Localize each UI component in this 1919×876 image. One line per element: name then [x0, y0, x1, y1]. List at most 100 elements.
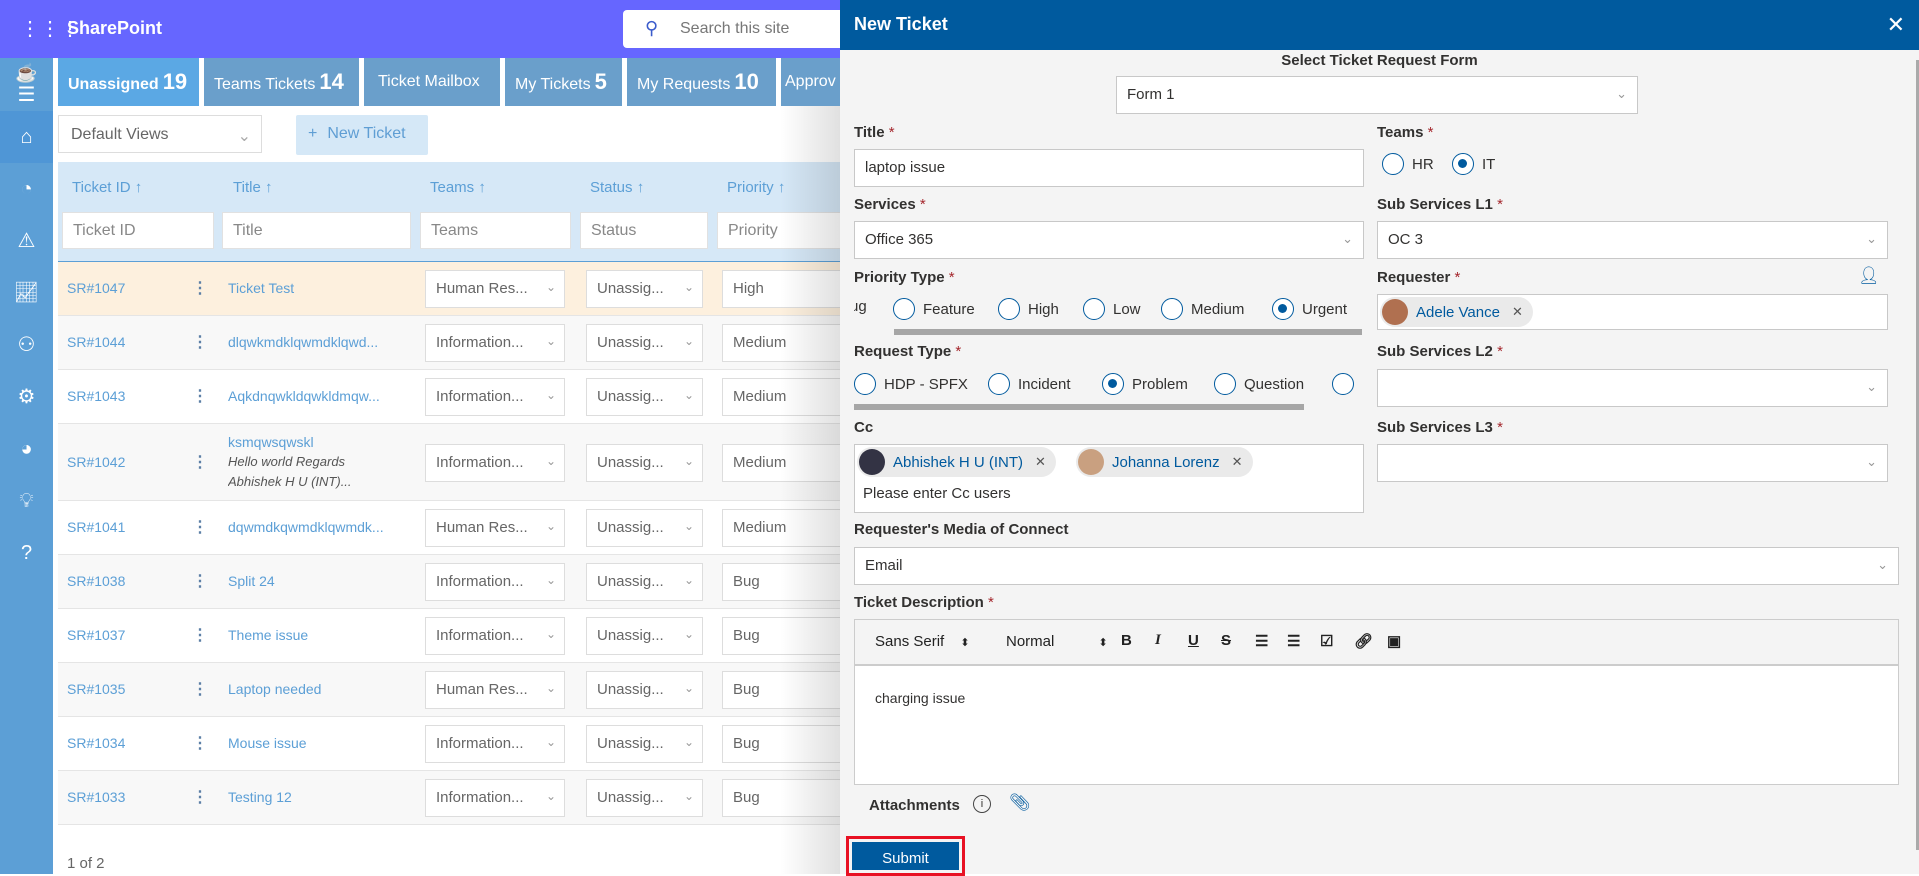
radio-teams-hr[interactable]: HR — [1382, 153, 1434, 175]
italic-icon[interactable]: I — [1155, 632, 1161, 649]
team-select[interactable]: Human Res... ⌄ — [425, 671, 565, 709]
table-row[interactable]: SR#1041 ⋮ dqwmdkqwmdklqwmdk... Human Res… — [58, 501, 862, 555]
sub-services-l2-select[interactable]: ⌄ — [1377, 369, 1888, 407]
size-select[interactable]: Normal ⬍ — [1006, 633, 1108, 650]
ticket-title-link[interactable]: Split 24 — [228, 573, 408, 589]
more-actions-icon[interactable]: ⋮ — [192, 386, 208, 406]
more-actions-icon[interactable]: ⋮ — [192, 517, 208, 537]
ticket-id-link[interactable]: SR#1047 — [67, 280, 125, 296]
ticket-title-link[interactable]: Mouse issue — [228, 735, 408, 751]
chart-icon[interactable]: 📈︎ — [0, 267, 53, 319]
priority-scrollbar[interactable] — [894, 329, 1362, 335]
services-select[interactable]: Office 365 ⌄ — [854, 221, 1364, 259]
team-select[interactable]: Information... ⌄ — [425, 617, 565, 655]
radio-request-hdp-spfx[interactable]: HDP - SPFX — [854, 373, 968, 395]
team-select[interactable]: Information... ⌄ — [425, 443, 565, 482]
tab-approvals[interactable]: Approv — [781, 58, 840, 106]
warning-icon[interactable]: ⚠ — [0, 215, 53, 267]
ticket-title-link[interactable]: Laptop needed — [228, 681, 408, 697]
image-icon[interactable]: ▣ — [1387, 632, 1401, 650]
search-input[interactable]: ⚲ Search this site — [623, 10, 863, 48]
filter-teams[interactable]: Teams — [420, 212, 571, 249]
radio-request-incident[interactable]: Incident — [988, 373, 1071, 395]
remove-icon[interactable]: ✕ — [1232, 454, 1243, 470]
person-check-icon[interactable]: 👤︎ — [1858, 266, 1880, 286]
ticket-title-link[interactable]: Ticket Test — [228, 280, 408, 296]
help-icon[interactable]: ? — [0, 527, 53, 579]
bold-icon[interactable]: B — [1121, 632, 1132, 649]
lightbulb-icon[interactable]: 💡︎ — [0, 475, 53, 527]
radio-priority-urgent[interactable]: Urgent — [1272, 298, 1347, 320]
team-select[interactable]: Information... ⌄ — [425, 324, 565, 362]
views-dropdown[interactable]: Default Views ⌄ — [58, 115, 262, 153]
more-actions-icon[interactable]: ⋮ — [192, 278, 208, 298]
font-select[interactable]: Sans Serif ⬍ — [875, 633, 970, 650]
info-icon[interactable]: i — [973, 795, 991, 813]
tab-my-tickets[interactable]: My Tickets 5 — [505, 58, 622, 106]
tab-ticket-mailbox[interactable]: Ticket Mailbox — [364, 58, 500, 106]
status-select[interactable]: Unassig... ⌄ — [586, 671, 703, 709]
team-select[interactable]: Information... ⌄ — [425, 378, 565, 416]
status-select[interactable]: Unassig... ⌄ — [586, 509, 703, 547]
status-select[interactable]: Unassig... ⌄ — [586, 779, 703, 817]
filter-status[interactable]: Status — [580, 212, 708, 249]
ticket-id-link[interactable]: SR#1041 — [67, 519, 125, 535]
dashboard-icon[interactable]: ◔ — [0, 163, 53, 215]
app-name[interactable]: SharePoint — [67, 18, 162, 39]
title-input[interactable]: laptop issue — [854, 149, 1364, 187]
bullet-list-icon[interactable]: ☰ — [1287, 632, 1300, 650]
more-actions-icon[interactable]: ⋮ — [192, 679, 208, 699]
table-row[interactable]: SR#1044 ⋮ dlqwkmdklqwmdklqwd... Informat… — [58, 316, 862, 370]
column-title[interactable]: Title ↑ — [233, 179, 272, 196]
column-status[interactable]: Status ↑ — [590, 179, 644, 196]
ticket-id-link[interactable]: SR#1042 — [67, 454, 125, 470]
underline-icon[interactable]: U — [1188, 632, 1199, 649]
ticket-id-link[interactable]: SR#1035 — [67, 681, 125, 697]
strikethrough-icon[interactable]: S — [1221, 632, 1231, 649]
more-actions-icon[interactable]: ⋮ — [192, 733, 208, 753]
table-row[interactable]: SR#1047 ⋮ Ticket Test Human Res... ⌄ Unass… — [58, 262, 862, 316]
radio-priority-low[interactable]: Low — [1083, 298, 1141, 320]
ticket-title-link[interactable]: ksmqwsqwskl Hello world Regards Abhishek H… — [228, 432, 408, 492]
menu-icon[interactable]: ☰ — [0, 80, 53, 110]
radio-request-question[interactable]: Question — [1214, 373, 1304, 395]
table-row[interactable]: SR#1034 ⋮ Mouse issue Information... ⌄ Una… — [58, 717, 862, 771]
submit-button[interactable]: Submit — [852, 842, 959, 870]
radio-priority-high[interactable]: High — [998, 298, 1059, 320]
ticket-title-link[interactable]: Testing 12 — [228, 789, 408, 805]
radio-priority-bug[interactable]: Bug — [854, 298, 867, 315]
checklist-icon[interactable]: ☑ — [1320, 632, 1333, 650]
status-select[interactable]: Unassig... ⌄ — [586, 378, 703, 416]
ticket-id-link[interactable]: SR#1034 — [67, 735, 125, 751]
link-icon[interactable]: 🔗︎ — [1354, 632, 1373, 650]
more-actions-icon[interactable]: ⋮ — [192, 625, 208, 645]
request-type-scrollbar[interactable] — [854, 404, 1304, 410]
settings-icon[interactable]: ⚙ — [0, 371, 53, 423]
status-select[interactable]: Unassig... ⌄ — [586, 324, 703, 362]
column-priority[interactable]: Priority ↑ — [727, 179, 785, 196]
media-select[interactable]: Email ⌄ — [854, 547, 1899, 585]
users-icon[interactable]: ⚇ — [0, 319, 53, 371]
app-launcher-icon[interactable]: ⋮⋮⋮ — [20, 18, 80, 40]
ticket-title-link[interactable]: Theme issue — [228, 627, 408, 643]
filter-title[interactable]: Title — [222, 212, 411, 249]
ticket-id-link[interactable]: SR#1044 — [67, 334, 125, 350]
table-row[interactable]: SR#1033 ⋮ Testing 12 Information... ⌄ Unas… — [58, 771, 862, 825]
cc-picker[interactable]: Abhishek H U (INT) ✕ Johanna Lorenz ✕ Plea… — [854, 444, 1364, 513]
team-select[interactable]: Information... ⌄ — [425, 725, 565, 763]
more-actions-icon[interactable]: ⋮ — [192, 332, 208, 352]
home-icon[interactable]: ⌂ — [0, 111, 53, 163]
team-select[interactable]: Information... ⌄ — [425, 563, 565, 601]
palette-icon[interactable]: ◕ — [0, 423, 53, 475]
description-editor[interactable]: charging issue — [854, 665, 1899, 785]
table-row[interactable]: SR#1043 ⋮ Aqkdnqwkldqwkldmqw... Informat… — [58, 370, 862, 424]
filter-ticket-id[interactable]: Ticket ID — [62, 212, 214, 249]
tab-my-requests[interactable]: My Requests 10 — [627, 58, 776, 106]
sub-services-l1-select[interactable]: OC 3 ⌄ — [1377, 221, 1888, 259]
ticket-title-link[interactable]: Aqkdnqwkldqwkldmqw... — [228, 388, 408, 404]
radio-teams-it[interactable]: IT — [1452, 153, 1495, 175]
radio-request-problem[interactable]: Problem — [1102, 373, 1188, 395]
close-icon[interactable]: ✕ — [1887, 12, 1905, 38]
column-teams[interactable]: Teams ↑ — [430, 179, 486, 196]
remove-icon[interactable]: ✕ — [1512, 304, 1523, 320]
